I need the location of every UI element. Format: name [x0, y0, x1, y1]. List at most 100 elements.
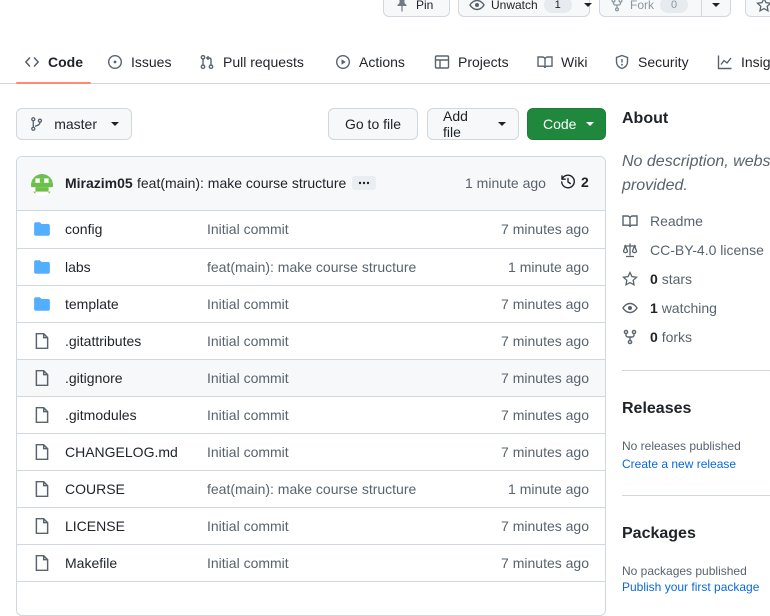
tab-wiki[interactable]: Wiki	[529, 40, 595, 83]
file-icon	[35, 443, 49, 461]
book-icon	[622, 215, 638, 228]
file-commit-age: 7 minutes ago	[501, 333, 589, 349]
file-name[interactable]: Makefile	[65, 555, 117, 571]
table-row[interactable]: labs feat(main): make course structure 1…	[17, 248, 605, 285]
tab-issues[interactable]: Issues	[99, 40, 179, 83]
tab-code[interactable]: Code	[16, 40, 91, 84]
about-heading: About	[622, 110, 669, 127]
tab-projects[interactable]: Projects	[426, 40, 517, 83]
table-row[interactable]: LICENSE Initial commit 7 minutes ago	[17, 507, 605, 544]
pin-button[interactable]: Pin	[383, 0, 450, 17]
watching-link[interactable]: 1 watching	[622, 300, 717, 316]
file-commit-message[interactable]: feat(main): make course structure	[207, 259, 416, 275]
eye-icon	[622, 302, 638, 314]
latest-commit-bar: Mirazim05 feat(main): make course struct…	[17, 157, 605, 211]
file-icon	[35, 554, 49, 572]
readme-label: Readme	[650, 213, 703, 229]
about-description: No description, webs provided.	[622, 150, 770, 198]
table-row[interactable]: .gitignore Initial commit 7 minutes ago	[17, 359, 605, 396]
file-name[interactable]: CHANGELOG.md	[65, 444, 178, 460]
file-commit-message[interactable]: Initial commit	[207, 555, 289, 571]
table-row[interactable]: .gitmodules Initial commit 7 minutes ago	[17, 396, 605, 433]
add-file-label: Add file	[443, 108, 468, 140]
eye-icon	[469, 0, 485, 10]
sidebar-divider	[622, 495, 770, 496]
file-name[interactable]: .gitmodules	[65, 407, 137, 423]
table-row[interactable]: config Initial commit 7 minutes ago	[17, 211, 605, 248]
table-row[interactable]: Makefile Initial commit 7 minutes ago	[17, 544, 605, 581]
history-icon	[561, 174, 575, 189]
table-row[interactable]: template Initial commit 7 minutes ago	[17, 285, 605, 322]
tab-insights[interactable]: Insig	[709, 40, 770, 83]
forks-link[interactable]: 0 forks	[622, 329, 692, 345]
file-name[interactable]: LICENSE	[65, 518, 125, 534]
file-commit-message[interactable]: Initial commit	[207, 518, 289, 534]
commit-history-link[interactable]: 2	[560, 174, 589, 190]
commit-count: 2	[581, 174, 589, 190]
file-commit-message[interactable]: Initial commit	[207, 370, 289, 386]
file-name[interactable]: .gitattributes	[65, 333, 141, 349]
fork-label: Fork	[630, 0, 654, 12]
table-row[interactable]: .gitattributes Initial commit 7 minutes …	[17, 322, 605, 359]
file-commit-message[interactable]: Initial commit	[207, 407, 289, 423]
file-commit-age: 1 minute ago	[508, 259, 589, 275]
file-commit-message[interactable]: feat(main): make course structure	[207, 481, 416, 497]
code-button[interactable]: Code	[527, 108, 606, 140]
tab-pull-requests[interactable]: Pull requests	[191, 40, 312, 83]
watching-text: 1 watching	[650, 300, 717, 316]
file-name[interactable]: .gitignore	[65, 370, 123, 386]
pull-request-icon	[200, 54, 214, 69]
tab-actions[interactable]: Actions	[327, 40, 413, 83]
identicon-icon	[31, 174, 53, 196]
packages-heading[interactable]: Packages	[622, 525, 696, 543]
file-commit-age: 7 minutes ago	[501, 296, 589, 312]
commit-age[interactable]: 1 minute ago	[465, 175, 546, 191]
create-release-link[interactable]: Create a new release	[622, 457, 736, 471]
tab-pull-requests-label: Pull requests	[223, 53, 304, 70]
file-commit-message[interactable]: Initial commit	[207, 444, 289, 460]
pin-icon	[397, 0, 407, 12]
file-commit-message[interactable]: Initial commit	[207, 296, 289, 312]
chevron-down-icon	[111, 122, 119, 126]
branch-select-button[interactable]: master	[16, 108, 132, 140]
table-row[interactable]	[17, 581, 605, 615]
star-icon	[756, 0, 770, 12]
table-row[interactable]: COURSE feat(main): make course structure…	[17, 470, 605, 507]
tab-security[interactable]: Security	[606, 40, 697, 83]
go-to-file-button[interactable]: Go to file	[328, 108, 418, 140]
license-label: CC-BY-4.0 license	[650, 242, 764, 258]
law-icon	[622, 243, 638, 258]
commit-details-toggle[interactable]	[352, 176, 376, 190]
fork-count: 0	[660, 0, 688, 13]
file-icon	[35, 480, 49, 498]
table-row[interactable]: CHANGELOG.md Initial commit 7 minutes ag…	[17, 433, 605, 470]
unwatch-dropdown-caret[interactable]	[578, 2, 600, 7]
file-icon	[35, 332, 49, 350]
releases-heading[interactable]: Releases	[622, 400, 691, 418]
license-link[interactable]: CC-BY-4.0 license	[622, 242, 764, 258]
add-file-button[interactable]: Add file	[427, 108, 519, 140]
about-description-line: provided.	[622, 177, 688, 194]
book-icon	[537, 55, 553, 68]
go-to-file-label: Go to file	[344, 116, 402, 132]
fork-dropdown-caret[interactable]	[702, 2, 730, 7]
avatar[interactable]	[31, 174, 53, 196]
play-icon	[335, 54, 351, 69]
star-button[interactable]	[745, 0, 770, 17]
no-packages-text: No packages published	[622, 564, 747, 578]
file-icon	[35, 369, 49, 387]
unwatch-button[interactable]: Unwatch 1	[458, 0, 592, 17]
publish-package-link[interactable]: Publish your first package	[622, 580, 759, 594]
file-commit-message[interactable]: Initial commit	[207, 333, 289, 349]
file-name[interactable]: labs	[65, 259, 91, 275]
file-name[interactable]: config	[65, 221, 102, 237]
file-name[interactable]: template	[65, 296, 119, 312]
fork-button[interactable]: Fork 0	[599, 0, 731, 17]
stars-link[interactable]: 0 stars	[622, 271, 692, 287]
commit-message[interactable]: feat(main): make course structure	[137, 175, 346, 191]
commit-author[interactable]: Mirazim05	[65, 175, 133, 191]
file-name[interactable]: COURSE	[65, 481, 125, 497]
readme-link[interactable]: Readme	[622, 213, 703, 229]
file-commit-message[interactable]: Initial commit	[207, 221, 289, 237]
git-branch-icon	[31, 117, 43, 131]
